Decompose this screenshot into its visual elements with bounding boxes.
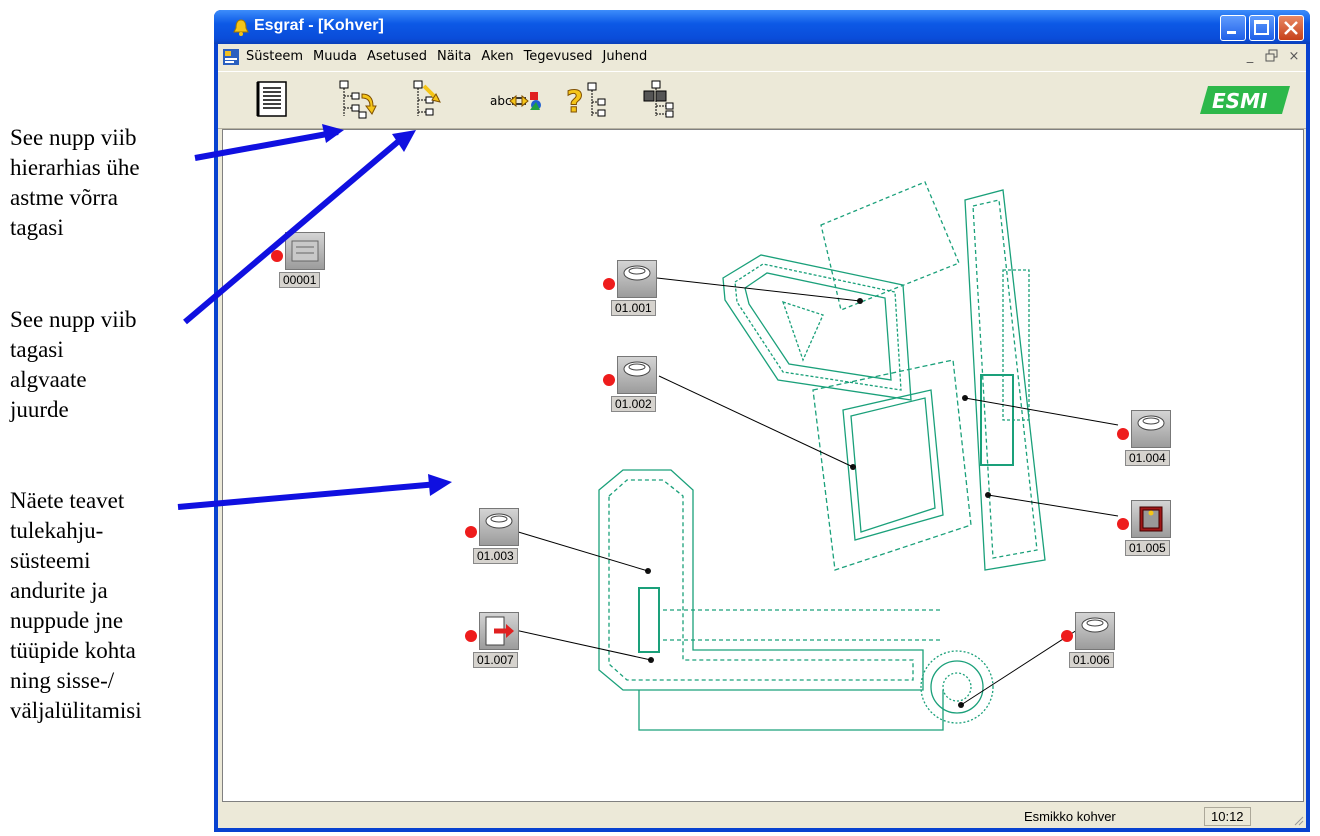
status-bar: Esmikko kohver 10:12 [218, 804, 1306, 828]
smoke-detector-icon [1075, 612, 1115, 650]
annotation-device-info: Näete teavet tulekahju- süsteemi andurit… [10, 488, 142, 723]
close-button[interactable] [1278, 15, 1304, 41]
status-time: 10:12 [1204, 807, 1251, 826]
hierarchy-home-icon [413, 80, 441, 116]
menu-muuda[interactable]: Muuda [313, 49, 357, 64]
text-swap-icon: abc [490, 92, 541, 110]
menu-bar: Süsteem Muuda Asetused Näita Aken Tegevu… [218, 44, 1306, 70]
menu-aken[interactable]: Aken [481, 49, 513, 64]
status-dot [465, 630, 477, 642]
device-label: 01.002 [611, 396, 656, 412]
toolbar: abc ? ESMI [218, 71, 1306, 129]
status-text: Esmikko kohver [1024, 809, 1116, 824]
svg-text:?: ? [566, 85, 583, 120]
panel-icon [285, 232, 325, 270]
close-icon [1284, 21, 1298, 35]
mdi-close-button[interactable]: × [1286, 49, 1302, 65]
maximize-icon [1254, 20, 1269, 35]
device-label: 01.007 [473, 652, 518, 668]
hierarchy-back-icon [339, 80, 377, 119]
app-menu-icon[interactable] [222, 48, 240, 66]
status-dot [271, 250, 283, 262]
device-label: 01.005 [1125, 540, 1170, 556]
smoke-detector-icon [479, 508, 519, 546]
device-tree-button[interactable] [638, 78, 684, 122]
title-bar[interactable]: Esgraf - [Kohver] [214, 10, 1310, 44]
status-dot [1117, 428, 1129, 440]
minimize-button[interactable] [1220, 15, 1246, 41]
mdi-minimize-button[interactable]: _ [1242, 49, 1258, 65]
window-client: Süsteem Muuda Asetused Näita Aken Tegevu… [218, 44, 1306, 828]
help-tree-button[interactable]: ? [562, 78, 608, 122]
manual-call-point-icon [1131, 500, 1171, 538]
restore-icon [1265, 49, 1278, 62]
back-to-home-button[interactable] [406, 78, 452, 122]
status-dot [603, 374, 615, 386]
menu-susteem[interactable]: Süsteem [246, 49, 303, 64]
status-dot [465, 526, 477, 538]
esmi-logo: ESMI [1200, 86, 1290, 114]
window-title: Esgraf - [Kohver] [254, 17, 384, 34]
help-hierarchy-icon: ? [566, 82, 606, 121]
device-label: 01.004 [1125, 450, 1170, 466]
annotation-back-to-home: See nupp viib tagasi algvaate juurde [10, 307, 137, 422]
device-label: 01.003 [473, 548, 518, 564]
menu-asetused[interactable]: Asetused [367, 49, 427, 64]
device-label: 01.006 [1069, 652, 1114, 668]
bell-icon [233, 19, 249, 36]
menu-naita[interactable]: Näita [437, 49, 471, 64]
device-hierarchy-icon [643, 80, 674, 118]
menu-juhend[interactable]: Juhend [603, 49, 648, 64]
annotation-back-one-level: See nupp viib hierarhias ühe astme võrra… [10, 125, 140, 240]
smoke-detector-icon [617, 356, 657, 394]
application-window: Esgraf - [Kohver] Süsteem Muuda Asetused… [214, 10, 1310, 832]
floorplan-canvas[interactable]: 00001 01.001 01.002 01.003 01.004 01.005… [222, 129, 1304, 802]
text-toggle-button[interactable]: abc [486, 78, 546, 122]
minimize-icon [1227, 31, 1236, 34]
abc-label: abc [490, 94, 512, 108]
maximize-button[interactable] [1249, 15, 1275, 41]
status-dot [1061, 630, 1073, 642]
back-one-level-button[interactable] [332, 78, 378, 122]
resize-grip-icon[interactable] [1292, 814, 1304, 826]
menu-tegevused[interactable]: Tegevused [524, 49, 593, 64]
esmi-logo-text: ESMI [1212, 89, 1268, 113]
device-label: 00001 [279, 272, 321, 288]
door-exit-icon [479, 612, 519, 650]
list-icon [256, 81, 287, 117]
status-dot [1117, 518, 1129, 530]
mdi-restore-button[interactable] [1264, 49, 1280, 65]
list-view-button[interactable] [250, 78, 296, 122]
smoke-detector-icon [1131, 410, 1171, 448]
device-label: 01.001 [611, 300, 656, 316]
smoke-detector-icon [617, 260, 657, 298]
status-dot [603, 278, 615, 290]
